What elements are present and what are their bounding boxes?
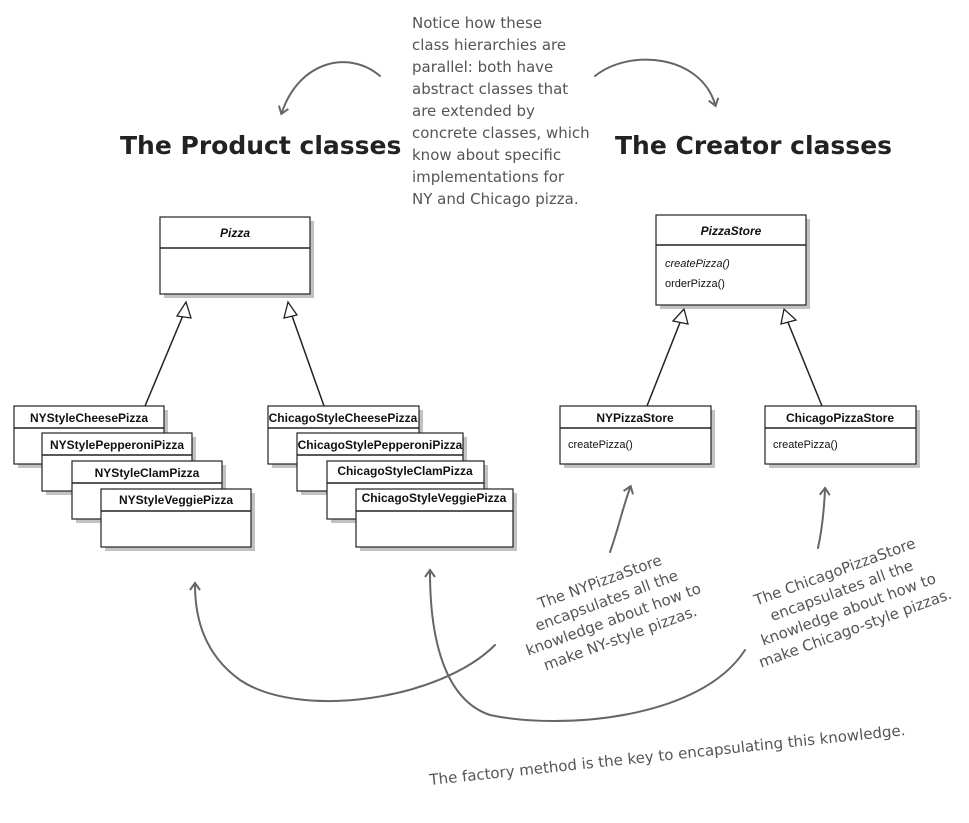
inheritance-line [144,312,185,407]
class-name: NYStylePepperoniPizza [50,438,184,452]
curved-arrow-left [277,61,381,116]
curved-arrow-right [594,58,720,108]
bottom-note: The factory method is the key to encapsu… [428,721,907,789]
inheritance-triangle-icon [283,300,299,319]
class-name: NYStyleVeggiePizza [119,493,233,507]
top-note-line: Notice how these [412,14,542,32]
top-note-line: class hierarchies are [412,36,566,54]
inheritance-triangle-icon [780,307,798,325]
chicago-product-stack: ChicagoStyleCheesePizza ChicagoStylePepp… [267,405,517,551]
inheritance-line [646,319,682,407]
class-name: ChicagoPizzaStore [786,411,894,425]
diagram-canvas: The Product classes The Creator classes … [0,0,969,823]
top-note: Notice how these class hierarchies are p… [412,14,590,208]
method-create-pizza: createPizza() [568,439,633,451]
class-name: ChicagoStyleCheesePizza [269,411,418,425]
diagram-svg: The Product classes The Creator classes … [13,14,954,789]
method-create-pizza: createPizza() [665,258,730,270]
inheritance-line [786,319,823,407]
method-order-pizza: orderPizza() [665,278,725,290]
product-classes-title: The Product classes [120,131,401,160]
class-name: PizzaStore [701,224,762,238]
ny-note: The NYPizzaStore encapsulates all the kn… [523,551,703,674]
class-name: NYStyleCheesePizza [30,411,148,425]
inheritance-line [290,312,325,407]
class-name: NYPizzaStore [596,411,674,425]
inheritance-triangle-icon [671,307,689,325]
class-name: Pizza [220,226,250,240]
top-note-line: are extended by [412,102,535,120]
top-note-line: concrete classes, which [412,124,590,142]
class-pizzastore: PizzaStore createPizza() orderPizza() [655,214,810,309]
top-note-line: parallel: both have [412,58,553,76]
top-note-line: NY and Chicago pizza. [412,190,579,208]
arrow-to-chicagopizzastore [817,486,831,549]
chicago-note: The ChicagoPizzaStore encapsulates all t… [751,534,954,671]
class-name: ChicagoStyleClamPizza [337,464,473,478]
class-pizza: Pizza [159,216,314,298]
class-name: ChicagoStyleVeggiePizza [362,491,507,505]
class-chicagopizzastore: ChicagoPizzaStore createPizza() [764,405,920,468]
arrow-to-nypizzastore [609,484,634,553]
class-name: NYStyleClamPizza [95,466,200,480]
inheritance-triangle-icon [175,300,192,319]
top-note-line: abstract classes that [412,80,568,98]
inheritance-arrows [144,300,823,407]
ny-product-stack: NYStyleCheesePizza NYStylePepperoniPizza… [13,405,255,551]
class-nypizzastore: NYPizzaStore createPizza() [559,405,715,468]
creator-classes-title: The Creator classes [615,131,892,160]
class-name: ChicagoStylePepperoniPizza [298,438,463,452]
curved-arrow-to-ny-products [189,581,496,702]
top-note-line: know about specific [412,146,561,164]
method-create-pizza: createPizza() [773,439,838,451]
top-note-line: implementations for [412,168,565,186]
